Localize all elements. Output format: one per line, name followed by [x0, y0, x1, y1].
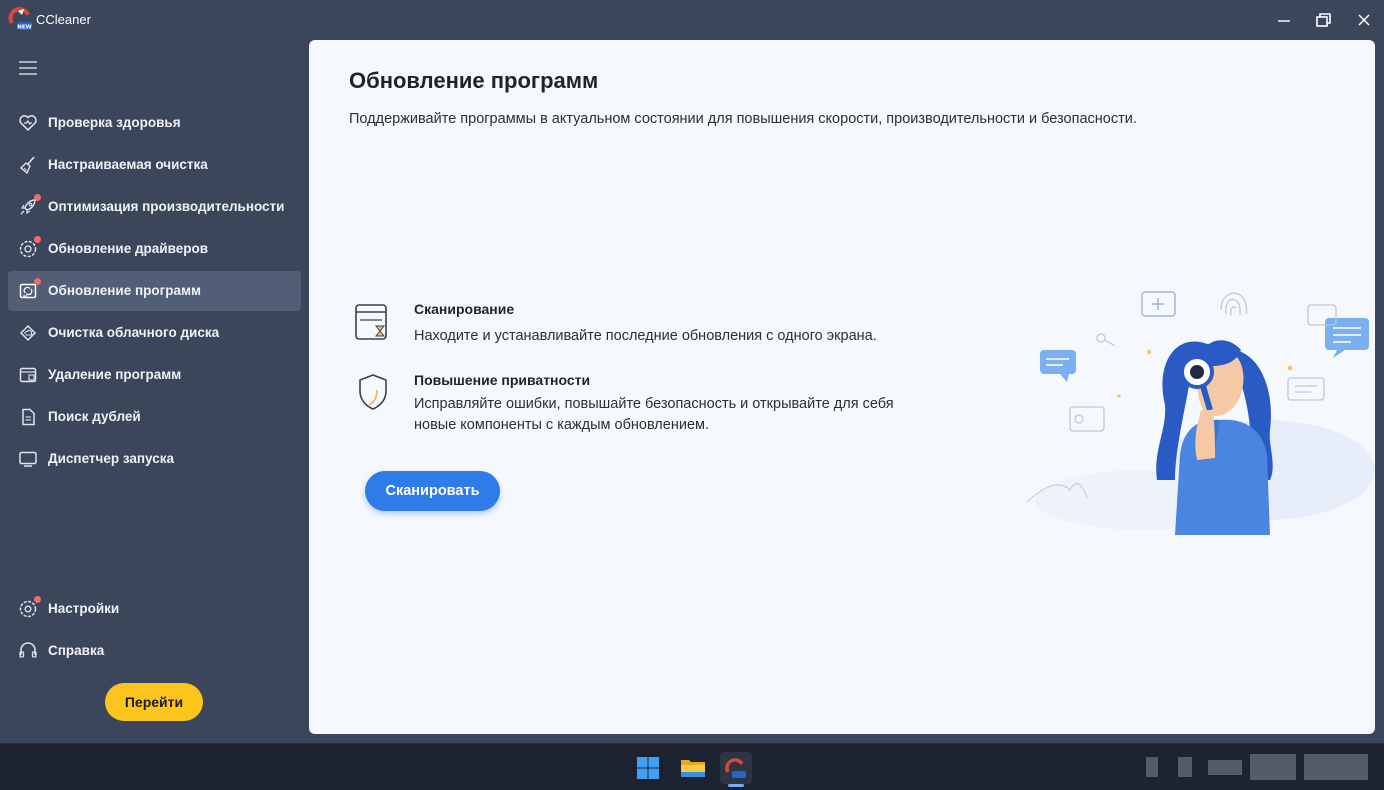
minimize-button[interactable]	[1264, 6, 1304, 34]
title-bar: NEW CCleaner	[0, 0, 1384, 40]
sidebar-item-uninstall[interactable]: Удаление программ	[8, 355, 301, 395]
sidebar-item-settings[interactable]: Настройки	[8, 589, 301, 629]
restore-button[interactable]	[1304, 6, 1344, 34]
sidebar-item-label: Проверка здоровья	[48, 115, 181, 130]
tray-date-blurred[interactable]	[1304, 754, 1368, 780]
sidebar-item-label: Настройки	[48, 601, 120, 616]
minimize-icon	[1278, 20, 1290, 22]
windows-start-button[interactable]	[632, 752, 664, 784]
sidebar-item-label: Удаление программ	[48, 367, 182, 382]
notification-badge	[34, 278, 41, 285]
duplicate-icon	[22, 408, 35, 426]
logo-badge: NEW	[17, 25, 31, 31]
sidebar-item-label: Справка	[48, 643, 105, 658]
main-panel: Обновление программ Поддерживайте програ…	[309, 40, 1375, 734]
sidebar-item-health-check[interactable]: Проверка здоровья	[8, 103, 301, 143]
ccleaner-taskbar-button[interactable]	[720, 752, 752, 784]
tray-icon-blurred[interactable]	[1146, 757, 1158, 777]
sidebar-item-label: Обновление программ	[48, 283, 201, 298]
uninstall-icon	[19, 367, 37, 383]
page-description: Поддерживайте программы в актуальном сос…	[349, 111, 1137, 127]
sidebar-item-startup-manager[interactable]: Диспетчер запуска	[8, 439, 301, 479]
sidebar-item-driver-update[interactable]: Обновление драйверов	[8, 229, 301, 269]
heart-icon	[19, 115, 37, 132]
tray-clock-blurred[interactable]	[1250, 754, 1296, 780]
ccleaner-taskbar-icon	[725, 758, 746, 778]
sidebar-item-cloud-clean[interactable]: Очистка облачного диска	[8, 313, 301, 353]
feature-title: Повышение приватности	[414, 372, 591, 388]
tray-icon-blurred[interactable]	[1178, 757, 1192, 777]
tray-icon-blurred[interactable]	[1208, 760, 1242, 775]
sidebar-item-label: Поиск дублей	[48, 409, 141, 424]
broom-icon	[19, 156, 35, 175]
sidebar-item-performance[interactable]: Оптимизация производительности	[8, 187, 301, 227]
app-title: CCleaner	[36, 12, 91, 27]
file-explorer-icon	[681, 760, 705, 777]
notification-badge	[34, 596, 41, 603]
cloud-drive-icon	[19, 324, 37, 342]
close-button[interactable]	[1344, 6, 1384, 34]
sidebar-item-software-update[interactable]: Обновление программ	[8, 271, 301, 311]
feature-text: новые компоненты с каждым обновлением.	[414, 417, 710, 433]
sidebar-item-duplicate-finder[interactable]: Поиск дублей	[8, 397, 301, 437]
sidebar-item-label: Настраиваемая очистка	[48, 157, 208, 172]
file-explorer-button[interactable]	[677, 752, 709, 784]
notification-badge	[34, 236, 41, 243]
page-title: Обновление программ	[349, 68, 599, 93]
notification-badge	[34, 194, 41, 201]
windows-start-icon	[637, 757, 659, 779]
woman-magnifier-illustration	[1026, 291, 1375, 535]
active-app-indicator	[728, 784, 744, 787]
close-icon	[1358, 14, 1370, 26]
sidebar-item-label: Диспетчер запуска	[48, 451, 175, 466]
restore-icon	[1316, 13, 1331, 27]
feature-text: Находите и устанавливайте последние обно…	[414, 328, 877, 344]
go-button[interactable]: Перейти	[105, 683, 203, 721]
hamburger-menu-icon[interactable]	[18, 60, 38, 76]
sidebar-item-custom-clean[interactable]: Настраиваемая очистка	[8, 145, 301, 185]
sidebar-item-label: Обновление драйверов	[48, 241, 209, 256]
taskbar	[0, 743, 1384, 790]
monitor-icon	[19, 451, 37, 467]
sidebar-item-label: Очистка облачного диска	[48, 325, 220, 340]
sidebar-item-label: Оптимизация производительности	[48, 199, 285, 214]
scan-window-icon	[355, 304, 387, 340]
help-icon	[19, 642, 37, 658]
sidebar-item-help[interactable]: Справка	[8, 631, 301, 671]
scan-button[interactable]: Сканировать	[365, 471, 500, 511]
ccleaner-logo-icon: NEW	[8, 7, 32, 31]
feature-title: Сканирование	[414, 301, 515, 317]
sidebar: Проверка здоровья Настраиваемая очистка …	[0, 40, 309, 743]
feature-text: Исправляйте ошибки, повышайте безопаснос…	[414, 396, 894, 412]
shield-icon	[359, 374, 387, 410]
